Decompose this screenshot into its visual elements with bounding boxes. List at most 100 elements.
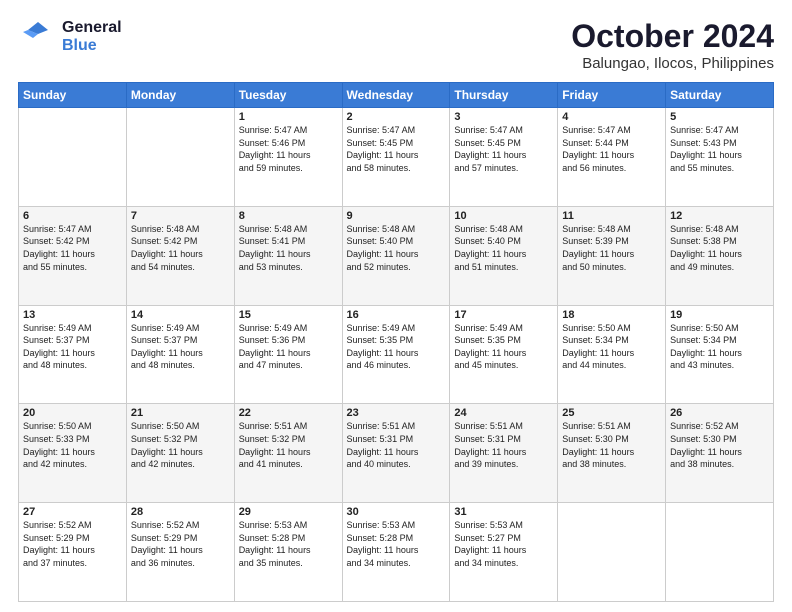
day-number: 12 <box>670 210 769 222</box>
day-number: 4 <box>562 111 661 123</box>
calendar-week-row: 1Sunrise: 5:47 AM Sunset: 5:46 PM Daylig… <box>19 108 774 207</box>
table-row <box>19 108 127 207</box>
day-info: Sunrise: 5:50 AM Sunset: 5:33 PM Dayligh… <box>23 420 122 470</box>
day-number: 27 <box>23 506 122 518</box>
table-row: 17Sunrise: 5:49 AM Sunset: 5:35 PM Dayli… <box>450 305 558 404</box>
day-info: Sunrise: 5:49 AM Sunset: 5:36 PM Dayligh… <box>239 322 338 372</box>
header-wednesday: Wednesday <box>342 83 450 108</box>
day-number: 10 <box>454 210 553 222</box>
day-info: Sunrise: 5:47 AM Sunset: 5:45 PM Dayligh… <box>347 124 446 174</box>
day-number: 21 <box>131 407 230 419</box>
table-row <box>126 108 234 207</box>
day-number: 17 <box>454 309 553 321</box>
table-row: 6Sunrise: 5:47 AM Sunset: 5:42 PM Daylig… <box>19 206 127 305</box>
day-number: 24 <box>454 407 553 419</box>
table-row: 12Sunrise: 5:48 AM Sunset: 5:38 PM Dayli… <box>666 206 774 305</box>
day-number: 1 <box>239 111 338 123</box>
header-thursday: Thursday <box>450 83 558 108</box>
day-number: 5 <box>670 111 769 123</box>
day-number: 15 <box>239 309 338 321</box>
logo-bird-icon <box>18 18 56 56</box>
day-info: Sunrise: 5:49 AM Sunset: 5:35 PM Dayligh… <box>347 322 446 372</box>
logo: General Blue <box>18 18 122 56</box>
table-row: 30Sunrise: 5:53 AM Sunset: 5:28 PM Dayli… <box>342 503 450 602</box>
table-row: 23Sunrise: 5:51 AM Sunset: 5:31 PM Dayli… <box>342 404 450 503</box>
table-row: 18Sunrise: 5:50 AM Sunset: 5:34 PM Dayli… <box>558 305 666 404</box>
table-row: 8Sunrise: 5:48 AM Sunset: 5:41 PM Daylig… <box>234 206 342 305</box>
day-info: Sunrise: 5:52 AM Sunset: 5:29 PM Dayligh… <box>23 519 122 569</box>
header-monday: Monday <box>126 83 234 108</box>
logo-general: General <box>62 19 122 37</box>
table-row: 2Sunrise: 5:47 AM Sunset: 5:45 PM Daylig… <box>342 108 450 207</box>
calendar-week-row: 6Sunrise: 5:47 AM Sunset: 5:42 PM Daylig… <box>19 206 774 305</box>
page: General Blue October 2024 Balungao, Iloc… <box>0 0 792 612</box>
table-row: 9Sunrise: 5:48 AM Sunset: 5:40 PM Daylig… <box>342 206 450 305</box>
day-info: Sunrise: 5:48 AM Sunset: 5:41 PM Dayligh… <box>239 223 338 273</box>
calendar-week-row: 13Sunrise: 5:49 AM Sunset: 5:37 PM Dayli… <box>19 305 774 404</box>
table-row: 27Sunrise: 5:52 AM Sunset: 5:29 PM Dayli… <box>19 503 127 602</box>
calendar-header-row: Sunday Monday Tuesday Wednesday Thursday… <box>19 83 774 108</box>
day-info: Sunrise: 5:52 AM Sunset: 5:29 PM Dayligh… <box>131 519 230 569</box>
table-row: 22Sunrise: 5:51 AM Sunset: 5:32 PM Dayli… <box>234 404 342 503</box>
day-number: 22 <box>239 407 338 419</box>
day-info: Sunrise: 5:48 AM Sunset: 5:38 PM Dayligh… <box>670 223 769 273</box>
table-row: 21Sunrise: 5:50 AM Sunset: 5:32 PM Dayli… <box>126 404 234 503</box>
day-number: 19 <box>670 309 769 321</box>
table-row: 19Sunrise: 5:50 AM Sunset: 5:34 PM Dayli… <box>666 305 774 404</box>
day-number: 6 <box>23 210 122 222</box>
table-row: 5Sunrise: 5:47 AM Sunset: 5:43 PM Daylig… <box>666 108 774 207</box>
day-number: 3 <box>454 111 553 123</box>
page-title: October 2024 <box>571 18 774 55</box>
table-row: 4Sunrise: 5:47 AM Sunset: 5:44 PM Daylig… <box>558 108 666 207</box>
table-row: 15Sunrise: 5:49 AM Sunset: 5:36 PM Dayli… <box>234 305 342 404</box>
day-number: 25 <box>562 407 661 419</box>
table-row: 10Sunrise: 5:48 AM Sunset: 5:40 PM Dayli… <box>450 206 558 305</box>
page-subtitle: Balungao, Ilocos, Philippines <box>571 55 774 72</box>
table-row: 25Sunrise: 5:51 AM Sunset: 5:30 PM Dayli… <box>558 404 666 503</box>
title-block: October 2024 Balungao, Ilocos, Philippin… <box>571 18 774 72</box>
day-info: Sunrise: 5:47 AM Sunset: 5:46 PM Dayligh… <box>239 124 338 174</box>
day-info: Sunrise: 5:51 AM Sunset: 5:30 PM Dayligh… <box>562 420 661 470</box>
day-info: Sunrise: 5:50 AM Sunset: 5:32 PM Dayligh… <box>131 420 230 470</box>
day-info: Sunrise: 5:53 AM Sunset: 5:28 PM Dayligh… <box>347 519 446 569</box>
day-info: Sunrise: 5:51 AM Sunset: 5:32 PM Dayligh… <box>239 420 338 470</box>
day-info: Sunrise: 5:47 AM Sunset: 5:44 PM Dayligh… <box>562 124 661 174</box>
day-number: 30 <box>347 506 446 518</box>
day-info: Sunrise: 5:47 AM Sunset: 5:45 PM Dayligh… <box>454 124 553 174</box>
day-number: 16 <box>347 309 446 321</box>
day-info: Sunrise: 5:47 AM Sunset: 5:42 PM Dayligh… <box>23 223 122 273</box>
table-row <box>558 503 666 602</box>
header-sunday: Sunday <box>19 83 127 108</box>
day-number: 7 <box>131 210 230 222</box>
day-number: 31 <box>454 506 553 518</box>
day-info: Sunrise: 5:48 AM Sunset: 5:42 PM Dayligh… <box>131 223 230 273</box>
day-number: 13 <box>23 309 122 321</box>
day-number: 28 <box>131 506 230 518</box>
day-info: Sunrise: 5:49 AM Sunset: 5:37 PM Dayligh… <box>23 322 122 372</box>
header: General Blue October 2024 Balungao, Iloc… <box>18 18 774 72</box>
header-saturday: Saturday <box>666 83 774 108</box>
day-info: Sunrise: 5:49 AM Sunset: 5:35 PM Dayligh… <box>454 322 553 372</box>
day-info: Sunrise: 5:47 AM Sunset: 5:43 PM Dayligh… <box>670 124 769 174</box>
table-row: 1Sunrise: 5:47 AM Sunset: 5:46 PM Daylig… <box>234 108 342 207</box>
header-tuesday: Tuesday <box>234 83 342 108</box>
day-info: Sunrise: 5:49 AM Sunset: 5:37 PM Dayligh… <box>131 322 230 372</box>
table-row: 7Sunrise: 5:48 AM Sunset: 5:42 PM Daylig… <box>126 206 234 305</box>
calendar-table: Sunday Monday Tuesday Wednesday Thursday… <box>18 82 774 602</box>
day-number: 23 <box>347 407 446 419</box>
day-number: 11 <box>562 210 661 222</box>
day-number: 2 <box>347 111 446 123</box>
day-info: Sunrise: 5:51 AM Sunset: 5:31 PM Dayligh… <box>454 420 553 470</box>
table-row: 29Sunrise: 5:53 AM Sunset: 5:28 PM Dayli… <box>234 503 342 602</box>
table-row: 11Sunrise: 5:48 AM Sunset: 5:39 PM Dayli… <box>558 206 666 305</box>
day-number: 29 <box>239 506 338 518</box>
day-info: Sunrise: 5:51 AM Sunset: 5:31 PM Dayligh… <box>347 420 446 470</box>
calendar-week-row: 20Sunrise: 5:50 AM Sunset: 5:33 PM Dayli… <box>19 404 774 503</box>
day-info: Sunrise: 5:52 AM Sunset: 5:30 PM Dayligh… <box>670 420 769 470</box>
day-info: Sunrise: 5:48 AM Sunset: 5:39 PM Dayligh… <box>562 223 661 273</box>
day-number: 8 <box>239 210 338 222</box>
table-row: 26Sunrise: 5:52 AM Sunset: 5:30 PM Dayli… <box>666 404 774 503</box>
table-row: 13Sunrise: 5:49 AM Sunset: 5:37 PM Dayli… <box>19 305 127 404</box>
header-friday: Friday <box>558 83 666 108</box>
day-info: Sunrise: 5:53 AM Sunset: 5:28 PM Dayligh… <box>239 519 338 569</box>
